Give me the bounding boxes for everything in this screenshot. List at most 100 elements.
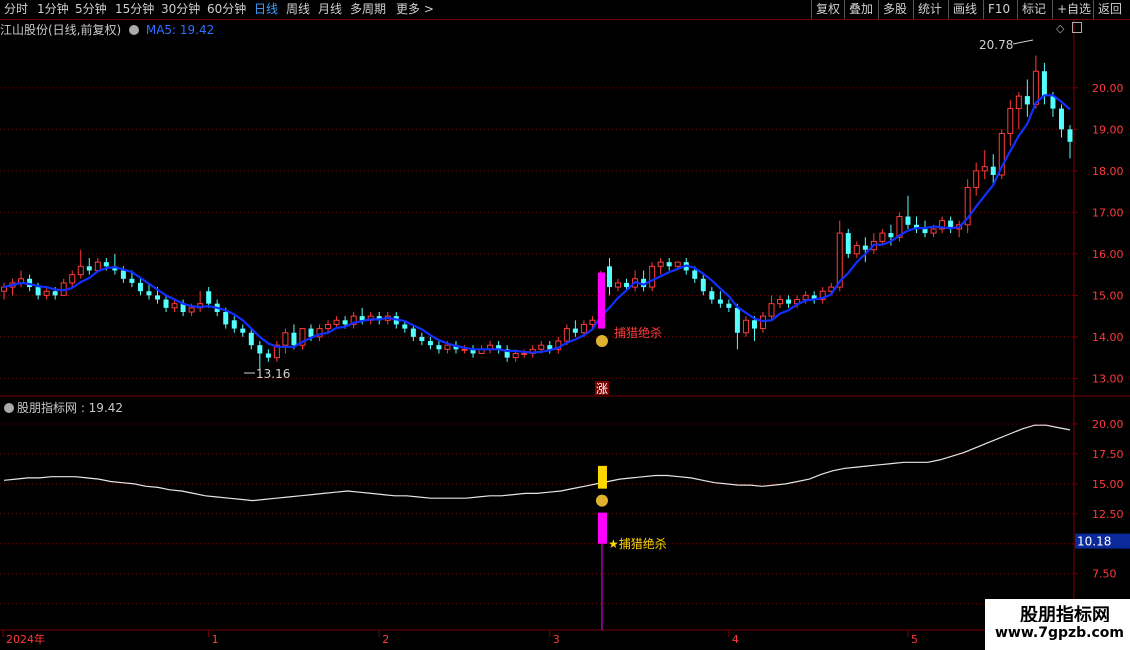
candle-body-down: [845, 233, 851, 254]
indicator-tick-label: 12.50: [1092, 508, 1124, 521]
indicator-settings-icon[interactable]: [4, 403, 14, 413]
price-tick-label: 14.00: [1092, 331, 1124, 344]
candle-body-up: [538, 344, 545, 350]
candle-body-up: [512, 352, 519, 359]
candle-body-down: [248, 332, 254, 346]
signal-bar-indicator: [597, 512, 607, 544]
indicator-tick-label: 20.00: [1092, 418, 1124, 431]
date-tick-label: 2: [382, 633, 389, 646]
ma5-label: MA5: 19.42: [145, 23, 215, 37]
candle-body-up: [589, 319, 596, 325]
indicator-tick-label: 17.50: [1092, 448, 1124, 461]
candle-body-up: [777, 299, 784, 305]
candle-body-down: [751, 320, 757, 329]
candle-body-up: [802, 294, 809, 301]
candle-body-up: [94, 261, 101, 271]
candle-body-down: [419, 336, 425, 342]
candle-body-down: [206, 291, 212, 304]
candle-body-up: [674, 261, 681, 267]
candle-body-down: [905, 216, 911, 225]
candle-body-up: [77, 265, 84, 276]
candle-body-up: [444, 344, 451, 350]
price-tick-label: 18.00: [1092, 165, 1124, 178]
price-tick-label: 15.00: [1092, 289, 1124, 302]
candle-body-down: [35, 287, 41, 296]
annotations: 捕猎绝杀涨 20.78 13.16 ★捕猎绝杀 10.18: [244, 38, 1130, 630]
zhang-badge-text: 涨: [596, 381, 608, 396]
candle-body-up: [973, 170, 980, 188]
candle-body-down: [1041, 71, 1047, 97]
candle-body-up: [282, 332, 289, 346]
candle-body-up: [742, 319, 749, 334]
date-tick-label: 4: [732, 633, 739, 646]
diamond-icon[interactable]: ◇: [1056, 22, 1064, 35]
candle-body-up: [1007, 108, 1014, 134]
candle-body-up: [563, 328, 570, 342]
candle-body-down: [572, 328, 578, 333]
watermark-url: www.7gpzb.com: [985, 622, 1130, 644]
money-bag-icon: [595, 494, 608, 507]
candle-body-up: [461, 348, 468, 351]
candle-body-up: [768, 303, 775, 317]
candle-body-up: [1015, 95, 1022, 110]
candle-body-down: [52, 291, 58, 296]
candle-body-down: [606, 266, 612, 288]
candle-body-down: [666, 262, 672, 267]
candle-body-down: [308, 328, 314, 337]
candle-body-down: [257, 345, 263, 354]
candle-body-down: [129, 278, 135, 283]
stock-title-text: 江山股份(日线,前复权): [0, 23, 122, 37]
kline-chart[interactable]: 20.00 19.00 18.00 17.00 16.00 15.00 14.00 13.00…: [0, 0, 1130, 650]
candle-body-down: [427, 341, 433, 346]
candle-body-up: [759, 315, 766, 330]
price-tick-label: 16.00: [1092, 248, 1124, 261]
gold-signal-icon: [597, 465, 607, 489]
candle-body-up: [171, 303, 178, 309]
candle-body-down: [231, 320, 237, 329]
candle-body-down: [86, 266, 92, 271]
candle-body-down: [888, 233, 894, 238]
panel-controls: ◇: [1056, 22, 1082, 35]
candle-body-down: [120, 270, 126, 279]
date-tick-label: 1: [212, 633, 219, 646]
candle-body-down: [240, 328, 246, 333]
date-tick-label: 3: [553, 633, 560, 646]
candle-body-down: [624, 282, 630, 288]
candle-body-down: [410, 328, 416, 337]
candle-body-up: [1032, 70, 1039, 105]
candle-body-up: [325, 323, 332, 330]
candle-body-up: [521, 352, 528, 355]
candle-body-down: [436, 345, 442, 350]
candle-body-down: [692, 270, 698, 279]
candle-body-up: [879, 232, 886, 242]
high-price-label: 20.78: [979, 38, 1013, 52]
window-icon[interactable]: [1071, 22, 1082, 33]
signal-label-main: 捕猎绝杀: [614, 325, 662, 340]
candle-body-down: [1024, 96, 1030, 105]
date-tick-label: 2024年: [6, 632, 45, 646]
candle-body-up: [69, 274, 76, 284]
candle-body-down: [265, 353, 271, 358]
price-tick-label: 17.00: [1092, 206, 1124, 219]
settings-gear-icon[interactable]: [129, 25, 140, 35]
candle-body-up: [580, 323, 587, 334]
date-axis: 2024年 1 2 3 4 5: [2, 630, 918, 646]
candle-body-down: [103, 262, 109, 267]
candle-body-up: [615, 282, 622, 288]
indicator-axis: 20.0017.5015.0012.5010.007.505.00: [1074, 418, 1124, 611]
indicator-line: [3, 424, 1071, 502]
price-tick-label: 13.00: [1092, 372, 1124, 385]
indicator-tick-label: 7.50: [1092, 568, 1117, 581]
low-price-label: 13.16: [256, 367, 290, 381]
candle-body-down: [700, 278, 706, 292]
price-tick-label: 19.00: [1092, 123, 1124, 136]
candle-body-up: [853, 245, 860, 255]
candle-body-down: [146, 291, 152, 296]
candle-body-down: [717, 299, 723, 304]
candle-body-down: [342, 320, 348, 325]
candle-body-down: [291, 332, 297, 346]
signal-bar-main: [597, 272, 605, 329]
candle-body-down: [922, 228, 928, 234]
candle-body-down: [163, 299, 169, 308]
date-tick-label: 5: [911, 633, 918, 646]
